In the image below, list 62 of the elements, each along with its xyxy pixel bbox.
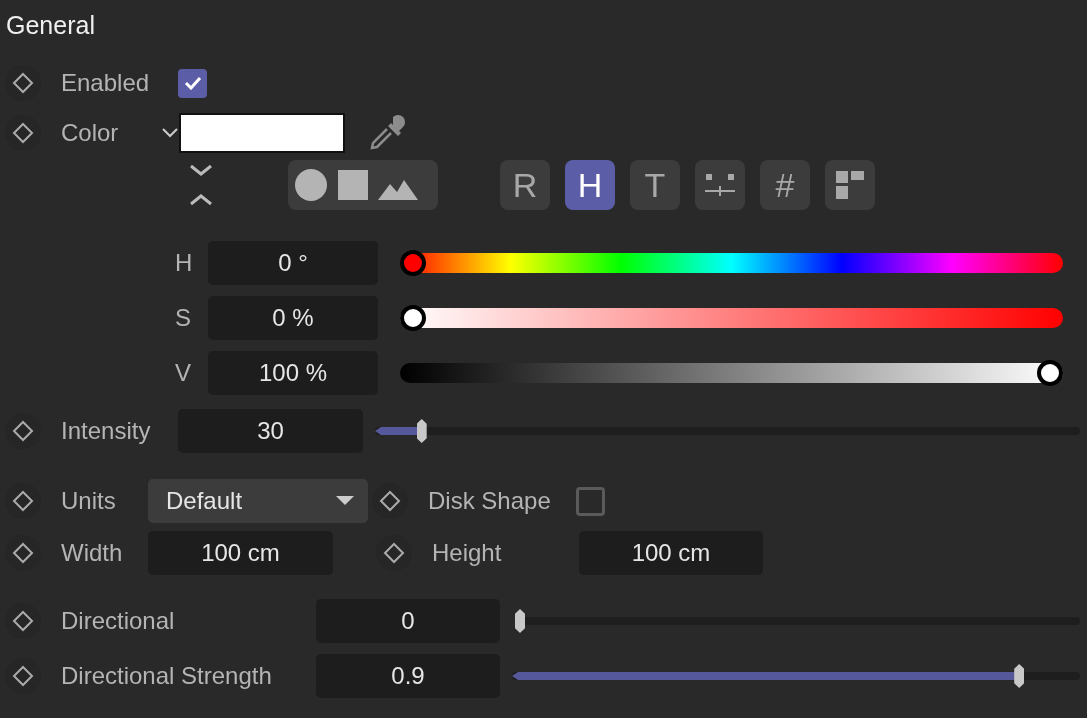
slider-track[interactable] [512, 664, 1080, 688]
square-icon[interactable] [336, 168, 370, 202]
slider-handle[interactable] [515, 609, 525, 633]
units-dropdown[interactable]: Default [148, 479, 368, 523]
color-slider[interactable] [400, 305, 1063, 331]
color-slider[interactable] [400, 250, 1063, 276]
eyedropper-icon[interactable] [367, 113, 407, 153]
grid-icon [835, 170, 865, 200]
field-label: Intensity [61, 416, 152, 446]
collapse-icon[interactable] [188, 162, 214, 208]
diamond-icon [12, 490, 34, 512]
diamond-icon [12, 665, 34, 687]
number-field[interactable]: 0 % [208, 296, 378, 340]
color-slider[interactable] [400, 360, 1063, 386]
number-field[interactable]: 100 cm [579, 531, 763, 575]
slider-handle[interactable] [400, 305, 426, 331]
number-field[interactable]: 30 [178, 409, 363, 453]
color-mode-tab[interactable]: H [565, 160, 615, 210]
color-mode-tab[interactable] [695, 160, 745, 210]
color-mode-tab[interactable]: T [630, 160, 680, 210]
field-label: Disk Shape [428, 486, 552, 516]
slider-handle[interactable] [416, 419, 427, 443]
number-field[interactable]: 100 cm [148, 531, 333, 575]
number-field[interactable]: 100 % [208, 351, 378, 395]
field-label: Color [61, 118, 120, 148]
color-mode-tab[interactable] [825, 160, 875, 210]
field-label: S [175, 303, 192, 333]
section-title: General [5, 10, 96, 41]
field-label: Height [432, 538, 503, 568]
preview-shape-group[interactable] [288, 160, 438, 210]
slider-handle[interactable] [1037, 360, 1063, 386]
slider-track[interactable] [375, 419, 1080, 443]
field-label: Enabled [61, 68, 151, 98]
color-mode-tab[interactable]: # [760, 160, 810, 210]
diamond-icon [12, 610, 34, 632]
diamond-icon [12, 542, 34, 564]
field-label: H [175, 248, 194, 278]
diamond-icon [379, 490, 401, 512]
check-icon [183, 76, 202, 90]
diamond-icon [383, 542, 405, 564]
color-swatch[interactable] [179, 113, 345, 153]
diamond-icon [12, 420, 34, 442]
checkbox[interactable] [576, 486, 605, 516]
slider-track[interactable] [515, 609, 1080, 633]
checkbox[interactable] [178, 68, 207, 98]
field-label: Units [61, 486, 117, 516]
field-label: V [175, 358, 192, 388]
number-field[interactable]: 0 [316, 599, 500, 643]
number-field[interactable]: 0.9 [316, 654, 500, 698]
color-mode-tab[interactable]: R [500, 160, 550, 210]
chevron-down-icon[interactable] [162, 128, 178, 138]
caret-icon [336, 496, 354, 506]
field-label: Directional [61, 606, 176, 636]
diamond-icon [12, 122, 34, 144]
number-field[interactable]: 0 ° [208, 241, 378, 285]
circle-icon[interactable] [294, 168, 328, 202]
field-label: Width [61, 538, 124, 568]
mixer-icon [704, 172, 736, 198]
diamond-icon [12, 72, 34, 94]
slider-handle[interactable] [400, 250, 426, 276]
field-label: Directional Strength [61, 661, 273, 691]
slider-handle[interactable] [1014, 664, 1025, 688]
